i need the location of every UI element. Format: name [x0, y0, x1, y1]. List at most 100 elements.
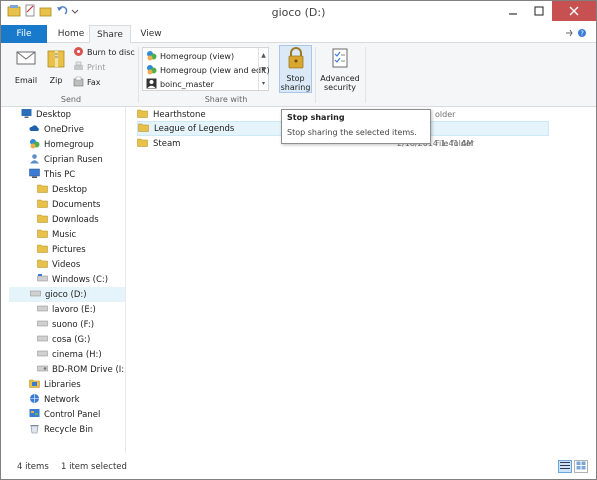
folder-icon [138, 122, 149, 136]
nav-item-label: lavoro (E:) [52, 304, 96, 315]
advanced-security-icon [328, 46, 352, 72]
folder-icon [37, 213, 48, 227]
nav-item-desktop-root[interactable]: Desktop [21, 107, 71, 122]
nav-item-label: Downloads [52, 214, 99, 225]
nav-item-label: This PC [44, 169, 76, 180]
print-label: Print [87, 63, 106, 72]
maximize-button[interactable] [526, 1, 552, 21]
nav-item-control-panel[interactable]: Control Panel [29, 407, 100, 422]
zip-button[interactable]: Zip [45, 46, 67, 85]
nav-item-pictures[interactable]: Pictures [37, 242, 86, 257]
close-button[interactable] [552, 1, 596, 21]
svg-text:?: ? [580, 30, 584, 38]
tooltip-body: Stop sharing the selected items. [287, 128, 417, 137]
stop-sharing-button[interactable]: Stop sharing [279, 46, 312, 92]
folder-icon [37, 243, 48, 257]
drive-icon [37, 348, 48, 362]
nav-item-label: Libraries [44, 379, 81, 390]
share-with-gallery[interactable]: Homegroup (view) Homegroup (view and edi… [142, 47, 270, 91]
nav-item-label: Windows (C:) [52, 274, 109, 285]
share-homegroup-view-edit[interactable]: Homegroup (view and edit) [146, 64, 270, 77]
nav-item-label: suono (F:) [52, 319, 95, 330]
nav-item-gioco-d[interactable]: gioco (D:) [9, 287, 125, 302]
nav-item-bd-rom-i[interactable]: BD-ROM Drive (I:) [37, 362, 125, 377]
help-icon[interactable]: ? [564, 28, 588, 41]
send-group-label: Send [60, 95, 82, 104]
nav-item-label: cosa (G:) [52, 334, 91, 345]
nav-item-libraries[interactable]: Libraries [29, 377, 81, 392]
homegroup-icon [146, 64, 157, 77]
ribbon-share: Email Zip Burn to disc Print Fax Send Ho… [1, 43, 596, 107]
nav-item-cinema-h[interactable]: cinema (H:) [37, 347, 102, 362]
fax-button[interactable]: Fax [73, 76, 101, 89]
tab-file[interactable]: File [1, 25, 47, 43]
fax-label: Fax [87, 78, 101, 87]
email-button[interactable]: Email [11, 46, 41, 85]
user-icon [29, 153, 40, 167]
control-panel-icon [29, 408, 40, 422]
navigation-pane[interactable]: Desktop OneDrive Homegroup Ciprian Rusen… [1, 107, 126, 453]
nav-item-desktop[interactable]: Desktop [37, 182, 87, 197]
nav-item-suono-f[interactable]: suono (F:) [37, 317, 94, 332]
nav-item-onedrive[interactable]: OneDrive [29, 122, 84, 137]
homegroup-icon [146, 50, 157, 63]
nav-item-network[interactable]: Network [29, 392, 80, 407]
title-bar[interactable]: gioco (D:) [1, 1, 596, 25]
folder-icon [137, 137, 148, 151]
file-type: File folder [435, 139, 475, 148]
share-user-boinc-master[interactable]: boinc_master [146, 78, 214, 91]
group-divider [365, 47, 366, 103]
nav-item-label: Ciprian Rusen [44, 154, 103, 165]
drive-icon [37, 273, 48, 287]
homegroup-icon [29, 138, 40, 152]
gallery-scroll[interactable]: ▲ ▼ ▾ [258, 48, 268, 90]
nav-item-videos[interactable]: Videos [37, 257, 80, 272]
nav-item-documents[interactable]: Documents [37, 197, 100, 212]
nav-item-user[interactable]: Ciprian Rusen [29, 152, 103, 167]
view-switcher [558, 460, 588, 473]
share-homegroup-view[interactable]: Homegroup (view) [146, 50, 234, 63]
tab-view[interactable]: View [133, 25, 169, 43]
gallery-expand-icon[interactable]: ▾ [262, 80, 265, 87]
printer-icon [73, 61, 84, 74]
minimize-button[interactable] [500, 1, 526, 21]
share-homegroup-view-label: Homegroup (view) [160, 52, 235, 61]
nav-item-windows-c[interactable]: Windows (C:) [37, 272, 108, 287]
nav-item-label: OneDrive [44, 124, 84, 135]
nav-item-label: Desktop [36, 109, 72, 120]
file-name: League of Legends [154, 123, 235, 134]
drive-icon [37, 333, 48, 347]
nav-item-cosa-g[interactable]: cosa (G:) [37, 332, 90, 347]
print-button[interactable]: Print [73, 61, 105, 74]
details-view-button[interactable] [558, 460, 572, 473]
folder-icon [37, 183, 48, 197]
stop-sharing-label: Stop sharing [280, 74, 311, 92]
tab-home[interactable]: Home [51, 25, 91, 43]
nav-item-recycle-bin[interactable]: Recycle Bin [29, 422, 93, 437]
burn-to-disc-button[interactable]: Burn to disc [73, 46, 135, 59]
nav-item-music[interactable]: Music [37, 227, 76, 242]
file-list[interactable]: Hearthstone older League of Legends Stea… [127, 107, 596, 453]
file-name: Hearthstone [153, 109, 206, 120]
desktop-icon [21, 108, 32, 122]
large-icons-view-button[interactable] [574, 460, 588, 473]
advanced-security-button[interactable]: Advanced security [319, 46, 361, 92]
share-user-label: boinc_master [160, 80, 214, 89]
chevron-down-icon[interactable]: ▼ [261, 66, 266, 73]
chevron-up-icon[interactable]: ▲ [261, 52, 266, 59]
nav-item-downloads[interactable]: Downloads [37, 212, 99, 227]
zip-folder-icon [45, 46, 67, 72]
email-icon [14, 46, 38, 72]
selection-count: 1 item selected [61, 462, 127, 472]
nav-item-label: Recycle Bin [44, 424, 94, 435]
window-controls [500, 1, 596, 21]
nav-item-this-pc[interactable]: This PC [29, 167, 75, 182]
nav-item-homegroup[interactable]: Homegroup [29, 137, 94, 152]
group-divider [138, 47, 139, 103]
nav-item-label: gioco (D:) [45, 289, 87, 300]
share-homegroup-view-edit-label: Homegroup (view and edit) [160, 66, 270, 75]
stop-sharing-tooltip: Stop sharing Stop sharing the selected i… [281, 109, 431, 144]
tab-share[interactable]: Share [89, 25, 131, 44]
nav-item-lavoro-e[interactable]: lavoro (E:) [37, 302, 96, 317]
drive-icon [30, 288, 41, 302]
